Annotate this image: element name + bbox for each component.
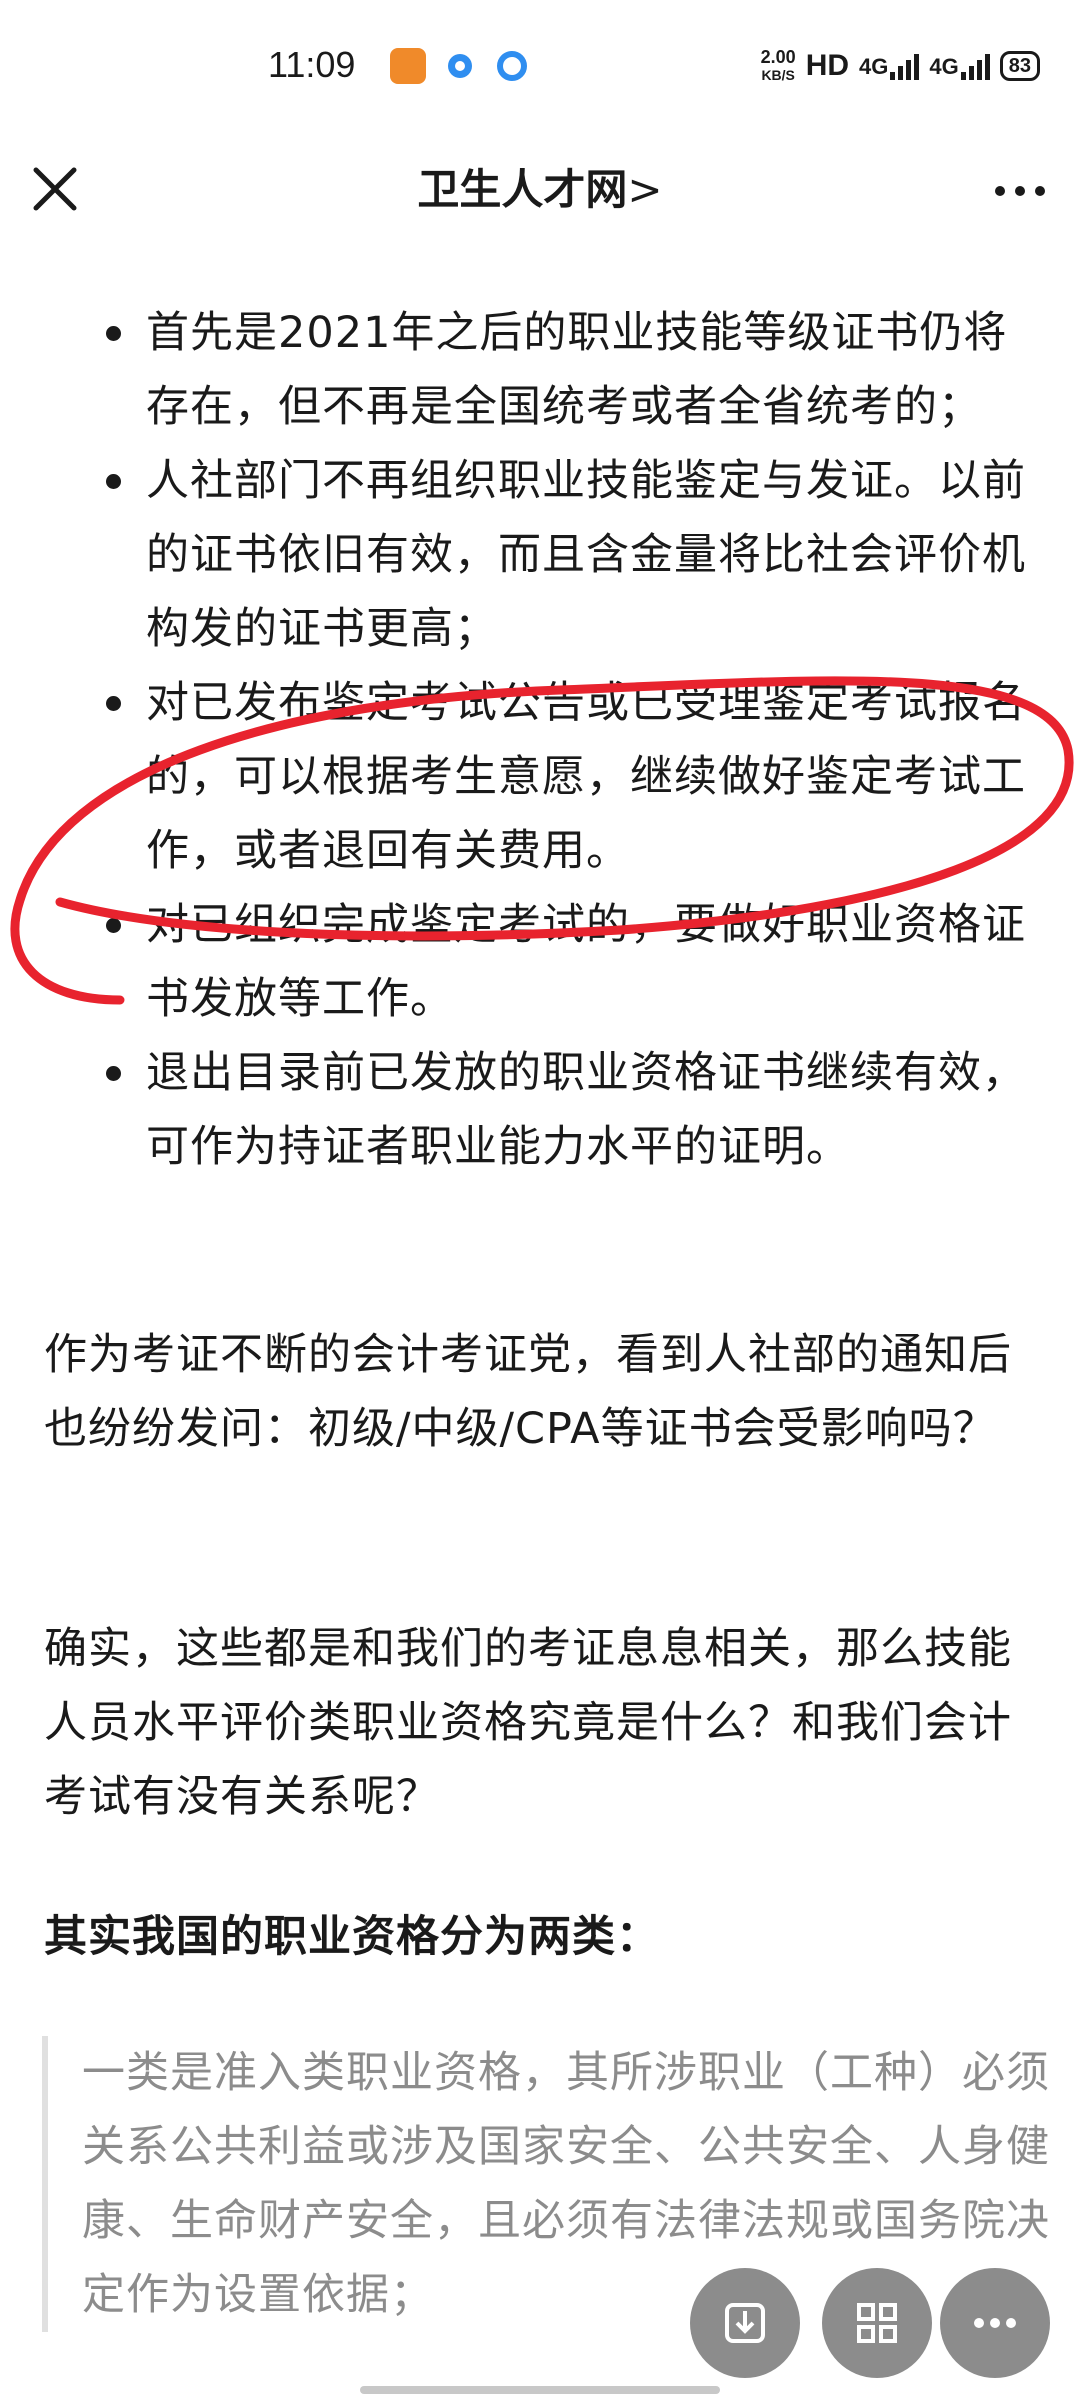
- status-bar: 11:09 2.00 KB/S HD 4G 4G 83: [0, 0, 1080, 140]
- net-speed: 2.00 KB/S: [761, 48, 796, 84]
- bullet-dot: [106, 326, 121, 341]
- list-item: 首先是2021年之后的职业技能等级证书仍将存在，但不再是全国统考或者全省统考的；: [0, 296, 1080, 444]
- more-options-button[interactable]: [940, 2268, 1050, 2378]
- list-item-text: 人社部门不再组织职业技能鉴定与发证。以前的证书依旧有效，而且含金量将比社会评价机…: [146, 456, 1026, 654]
- bullet-dot: [106, 918, 121, 933]
- net-speed-unit: KB/S: [761, 67, 795, 83]
- signal-1: 4G: [859, 52, 920, 80]
- blockquote: 一类是准入类职业资格，其所涉职业（工种）必须关系公共利益或涉及国家安全、公共安全…: [42, 2036, 1076, 2332]
- signal-1-label: 4G: [859, 54, 889, 79]
- list-item-text: 首先是2021年之后的职业技能等级证书仍将存在，但不再是全国统考或者全省统考的；: [146, 308, 1008, 432]
- paragraph-3: 其实我国的职业资格分为两类：: [44, 1912, 660, 1962]
- paragraph-1: 作为考证不断的会计考证党，看到人社部的通知后也纷纷发问：初级/中级/CPA等证书…: [44, 1330, 1012, 1454]
- paragraph-2: 确实，这些都是和我们的考证息息相关，那么技能人员水平评价类职业资格究竟是什么？和…: [44, 1624, 1012, 1822]
- download-icon: [725, 2303, 765, 2343]
- blue-dot-icon: [442, 48, 478, 84]
- status-right: 2.00 KB/S HD 4G 4G 83: [761, 48, 1040, 84]
- article-body: 首先是2021年之后的职业技能等级证书仍将存在，但不再是全国统考或者全省统考的；…: [0, 260, 1080, 1184]
- page-title-text: 卫生人才网: [417, 165, 628, 214]
- qq-browser-icon: [494, 48, 530, 84]
- page-title[interactable]: 卫生人才网>: [0, 156, 1080, 217]
- bullet-dot: [106, 696, 121, 711]
- net-speed-value: 2.00: [760, 47, 796, 67]
- bullet-dot: [106, 1066, 121, 1081]
- bullet-list: 首先是2021年之后的职业技能等级证书仍将存在，但不再是全国统考或者全省统考的；…: [0, 296, 1080, 1184]
- signal-2-label: 4G: [929, 54, 959, 79]
- list-item-text: 对已组织完成鉴定考试的，要做好职业资格证书发放等工作。: [146, 900, 1026, 1024]
- list-item: 退出目录前已发放的职业资格证书继续有效，可作为持证者职业能力水平的证明。: [0, 1036, 1080, 1184]
- signal-bars-icon: [960, 52, 990, 80]
- list-item-text: 对已发布鉴定考试公告或已受理鉴定考试报名的，可以根据考生意愿，继续做好鉴定考试工…: [146, 678, 1026, 876]
- nav-bar: 卫生人才网>: [0, 140, 1080, 250]
- download-button[interactable]: [690, 2268, 800, 2378]
- battery-icon: 83: [999, 51, 1040, 81]
- list-item-text: 退出目录前已发放的职业资格证书继续有效，可作为持证者职业能力水平的证明。: [146, 1048, 1026, 1172]
- hd-label: HD: [805, 49, 850, 82]
- more-icon[interactable]: [990, 166, 1050, 216]
- home-indicator[interactable]: [360, 2386, 720, 2394]
- ellipsis-icon: [974, 2318, 1016, 2328]
- signal-bars-icon: [890, 52, 920, 80]
- status-time: 11:09: [268, 44, 356, 85]
- list-item: 人社部门不再组织职业技能鉴定与发证。以前的证书依旧有效，而且含金量将比社会评价机…: [0, 444, 1080, 666]
- bullet-dot: [106, 474, 121, 489]
- grid-menu-button[interactable]: [822, 2268, 932, 2378]
- list-item: 对已组织完成鉴定考试的，要做好职业资格证书发放等工作。: [0, 888, 1080, 1036]
- uc-browser-icon: [390, 48, 426, 84]
- signal-2: 4G: [929, 52, 990, 80]
- grid-icon: [857, 2303, 897, 2343]
- chevron-right-icon: >: [627, 165, 663, 214]
- list-item: 对已发布鉴定考试公告或已受理鉴定考试报名的，可以根据考生意愿，继续做好鉴定考试工…: [0, 666, 1080, 888]
